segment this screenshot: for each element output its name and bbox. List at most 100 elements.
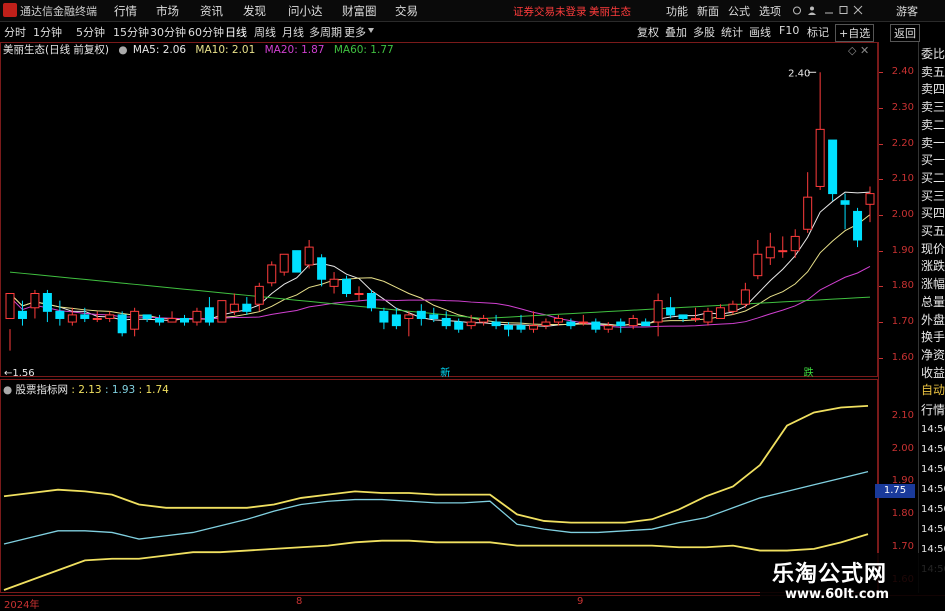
candle-body bbox=[292, 250, 302, 273]
quote-field-label[interactable]: 净资 bbox=[921, 347, 945, 363]
candle-body bbox=[591, 321, 601, 330]
candle-body bbox=[5, 293, 15, 319]
candle-body bbox=[42, 293, 52, 312]
candle-body bbox=[254, 285, 264, 305]
watermark-url: www.60lt.com bbox=[785, 587, 890, 602]
candle-body bbox=[317, 257, 327, 280]
price-tick: 1.70 bbox=[891, 316, 914, 328]
back-button[interactable]: 返回 bbox=[890, 24, 920, 42]
candle-body bbox=[155, 317, 165, 323]
quote-sidebar: 委比卖五 卖四卖三卖二卖一 买一买二买三 买四买五现价 涨跌涨幅总量外盘 换手净资收益 自动… bbox=[918, 42, 945, 593]
indicator-value-marker: 1.75 bbox=[875, 484, 915, 498]
chart-canvas: 2.40 ←1.56 新 跌 bbox=[3, 68, 875, 591]
quote-sub-label[interactable]: 14:50 bbox=[921, 522, 945, 538]
quote-sub-label[interactable]: 14:50 bbox=[921, 482, 945, 498]
quote-field-label[interactable]: 买二 bbox=[921, 170, 945, 186]
candle-body bbox=[354, 293, 364, 295]
quote-field-label[interactable]: 卖三 bbox=[921, 99, 945, 115]
indicator-tick: 2.00 bbox=[891, 442, 914, 454]
candle-body bbox=[304, 246, 314, 266]
signal-label-2: 跌 bbox=[804, 366, 814, 379]
indicator-line-0 bbox=[3, 404, 869, 524]
price-tick: 1.90 bbox=[891, 244, 914, 256]
quote-field-label[interactable]: 买五 bbox=[921, 223, 945, 239]
candle-body bbox=[715, 307, 725, 319]
price-tick: 2.00 bbox=[891, 209, 914, 220]
candle-body bbox=[628, 317, 638, 327]
quote-field-label[interactable]: 收益 bbox=[921, 365, 945, 381]
quote-field-label[interactable]: 卖一 bbox=[921, 135, 945, 151]
candle-body bbox=[840, 200, 850, 205]
candle-body bbox=[429, 314, 439, 319]
candle-body bbox=[790, 235, 800, 252]
candle-body bbox=[17, 310, 27, 319]
candle-body bbox=[167, 317, 177, 323]
signal-label-1: 新 bbox=[440, 366, 450, 379]
candle-body bbox=[653, 300, 663, 323]
candle-body bbox=[641, 321, 651, 327]
date-label-aug: 8 bbox=[296, 596, 303, 607]
price-tick: 1.80 bbox=[891, 280, 914, 292]
quote-field-label[interactable]: 现价 bbox=[921, 241, 945, 257]
candle-body bbox=[416, 310, 426, 319]
candle-body bbox=[130, 310, 140, 330]
candle-body bbox=[441, 317, 451, 327]
quote-field-label[interactable]: 卖二 bbox=[921, 117, 945, 133]
candle-body bbox=[803, 196, 813, 230]
quote-sub-label[interactable]: 14:50 bbox=[921, 422, 945, 438]
tick-mark bbox=[879, 322, 883, 324]
candle-body bbox=[92, 317, 102, 320]
price-tick: 2.10 bbox=[891, 173, 914, 185]
candle-body bbox=[379, 310, 389, 323]
candle-body bbox=[865, 193, 875, 205]
quote-field-label[interactable]: 总量 bbox=[921, 294, 945, 310]
candle-body bbox=[67, 314, 77, 323]
candle-body bbox=[566, 321, 576, 327]
candle-body bbox=[55, 310, 65, 319]
candle-body bbox=[528, 325, 538, 330]
candle-body bbox=[404, 314, 414, 319]
quote-field-label[interactable]: 涨幅 bbox=[921, 276, 945, 292]
candle-body bbox=[765, 246, 775, 259]
quote-field-label[interactable]: 买一 bbox=[921, 152, 945, 168]
candle-body bbox=[391, 314, 401, 327]
candle-body bbox=[454, 321, 464, 330]
quote-field-label[interactable]: 买三 bbox=[921, 188, 945, 204]
quote-sub-label[interactable]: 行情 bbox=[921, 402, 945, 418]
tick-mark bbox=[879, 143, 883, 145]
price-tick: 1.60 bbox=[891, 351, 914, 363]
quote-sub-label[interactable]: 14:50 bbox=[921, 442, 945, 458]
quote-field-label[interactable]: 委比 bbox=[921, 46, 945, 62]
guest-label[interactable]: 游客 bbox=[896, 3, 918, 19]
quote-field-label[interactable]: 卖五 bbox=[921, 64, 945, 80]
tick-mark bbox=[879, 107, 883, 109]
quote-sub-label[interactable]: 14:50 bbox=[921, 502, 945, 518]
candle-body bbox=[30, 293, 40, 309]
candle-body bbox=[192, 310, 202, 323]
candle-body bbox=[142, 314, 152, 319]
quote-sub-label[interactable]: 自动 bbox=[921, 382, 945, 398]
candle-body bbox=[229, 303, 239, 312]
quote-field-label[interactable]: 涨跌 bbox=[921, 258, 945, 274]
quote-sub-label[interactable]: 14:50 bbox=[921, 462, 945, 478]
tick-mark bbox=[879, 179, 883, 181]
high-price-label: 2.40 bbox=[788, 68, 810, 79]
watermark: 乐淘公式网 www.60lt.com bbox=[760, 553, 945, 609]
price-tick: 2.20 bbox=[891, 137, 914, 149]
quote-field-label[interactable]: 换手 bbox=[921, 329, 945, 345]
tick-mark bbox=[879, 250, 883, 252]
quote-field-label[interactable]: 外盘 bbox=[921, 312, 945, 328]
candle-body bbox=[541, 321, 551, 327]
candle-body bbox=[553, 317, 563, 323]
quote-field-label[interactable]: 买四 bbox=[921, 205, 945, 221]
candle-body bbox=[516, 325, 526, 330]
candle-body bbox=[342, 278, 352, 294]
price-tick: 2.30 bbox=[891, 101, 914, 113]
quote-field-label[interactable]: 卖四 bbox=[921, 81, 945, 97]
indicator-line-2 bbox=[3, 533, 869, 591]
candle-body bbox=[217, 300, 227, 323]
candle-body bbox=[703, 310, 713, 323]
candle-body bbox=[466, 321, 476, 327]
candle-body bbox=[691, 317, 701, 320]
candle-body bbox=[267, 264, 277, 284]
